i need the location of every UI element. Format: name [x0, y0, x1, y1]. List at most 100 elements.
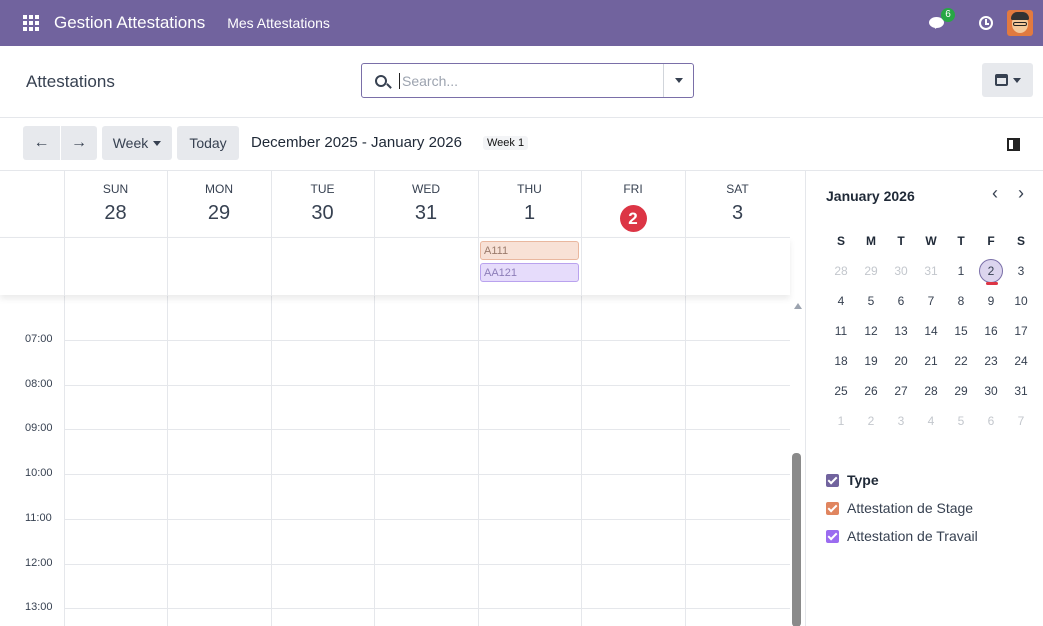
calendar-icon: [994, 74, 1008, 86]
mini-day[interactable]: 5: [946, 414, 976, 428]
time-grid[interactable]: 07:00 08:00 09:00 10:00 11:00 12:00 13:00: [0, 295, 790, 626]
mini-day[interactable]: 18: [826, 354, 856, 368]
search-bar[interactable]: [361, 63, 694, 98]
activity-clock-icon[interactable]: [979, 16, 993, 30]
mini-day[interactable]: 24: [1006, 354, 1036, 368]
day-header-sat[interactable]: SAT 3: [685, 171, 790, 237]
mini-day[interactable]: 17: [1006, 324, 1036, 338]
day-name: WED: [412, 182, 440, 196]
filter-type-checkbox[interactable]: [826, 473, 839, 487]
filter-heading-row[interactable]: Type: [826, 466, 978, 494]
control-panel: Attestations: [0, 46, 1043, 118]
mini-week-row: 11 12 13 14 15 16 17: [826, 316, 1036, 346]
hour-label: 07:00: [25, 333, 53, 345]
previous-button[interactable]: ←: [23, 126, 60, 160]
menu-mes-attestations[interactable]: Mes Attestations: [227, 15, 330, 31]
mini-day[interactable]: 31: [1006, 384, 1036, 398]
calendar-sidepanel: January 2026 ‹ › S M T W T F S 28 29 30 31 1 2 3 4 5 6 7 8…: [805, 170, 1043, 626]
apps-menu-icon[interactable]: [23, 15, 39, 31]
search-input[interactable]: [399, 72, 654, 89]
mini-weekday-head: W: [925, 234, 937, 248]
mini-day[interactable]: 7: [1006, 414, 1036, 428]
day-header-mon[interactable]: MON 29: [167, 171, 271, 237]
day-number: 3: [731, 202, 744, 224]
event-aa121[interactable]: AA121: [480, 263, 579, 282]
mini-day[interactable]: 3: [886, 414, 916, 428]
mini-next-month-icon[interactable]: ›: [1018, 183, 1024, 204]
hour-gridline: [64, 474, 790, 476]
mini-day[interactable]: 11: [826, 324, 856, 338]
day-header-thu[interactable]: THU 1: [478, 171, 581, 237]
mini-day[interactable]: 5: [856, 294, 886, 308]
mini-day[interactable]: 10: [1006, 294, 1036, 308]
mini-day[interactable]: 2: [856, 414, 886, 428]
filter-travail-checkbox[interactable]: [826, 529, 839, 543]
mini-day[interactable]: 8: [946, 294, 976, 308]
mini-day[interactable]: 6: [976, 414, 1006, 428]
mini-day[interactable]: 1: [946, 264, 976, 278]
mini-day[interactable]: 20: [886, 354, 916, 368]
column-divider: [374, 171, 375, 237]
mini-day[interactable]: 15: [946, 324, 976, 338]
next-button[interactable]: →: [61, 126, 97, 160]
mini-day[interactable]: 30: [976, 384, 1006, 398]
search-options-toggle[interactable]: [663, 64, 693, 97]
column-divider: [64, 171, 65, 237]
mini-today-marker: 2: [979, 259, 1003, 285]
mini-day[interactable]: 4: [916, 414, 946, 428]
scroll-up-icon[interactable]: [794, 303, 802, 309]
hour-gridline: [64, 608, 790, 610]
day-header-fri[interactable]: FRI 2: [581, 171, 685, 237]
toggle-sidepanel-icon[interactable]: [1007, 138, 1020, 151]
day-header-sun[interactable]: SUN 28: [64, 171, 167, 237]
mini-day[interactable]: 29: [946, 384, 976, 398]
mini-day[interactable]: 25: [826, 384, 856, 398]
mini-day[interactable]: 28: [916, 384, 946, 398]
day-number: 31: [414, 202, 438, 224]
calendar-scrollbar[interactable]: [790, 295, 805, 626]
day-number: 29: [207, 202, 231, 224]
hour-gridline: [64, 518, 790, 520]
mini-week-row: 1234567: [826, 406, 1036, 436]
messaging-icon[interactable]: 6: [929, 8, 955, 33]
today-button[interactable]: Today: [177, 126, 239, 160]
filter-stage-checkbox[interactable]: [826, 501, 839, 515]
day-header-wed[interactable]: WED 31: [374, 171, 478, 237]
day-name: FRI: [623, 182, 643, 196]
scroll-thumb[interactable]: [792, 453, 801, 626]
scale-dropdown[interactable]: Week: [102, 126, 172, 160]
mini-day[interactable]: 22: [946, 354, 976, 368]
mini-day[interactable]: 12: [856, 324, 886, 338]
mini-day[interactable]: 21: [916, 354, 946, 368]
mini-day[interactable]: 9: [976, 294, 1006, 308]
filter-item-stage[interactable]: Attestation de Stage: [826, 494, 978, 522]
mini-day[interactable]: 1: [826, 414, 856, 428]
mini-day[interactable]: 14: [916, 324, 946, 338]
mini-day[interactable]: 13: [886, 324, 916, 338]
day-header-tue[interactable]: TUE 30: [271, 171, 374, 237]
mini-prev-month-icon[interactable]: ‹: [992, 183, 998, 204]
mini-day[interactable]: 31: [916, 264, 946, 278]
user-avatar[interactable]: [1007, 10, 1033, 36]
mini-day[interactable]: 19: [856, 354, 886, 368]
day-name: MON: [205, 182, 233, 196]
day-number: 2: [581, 202, 685, 232]
hour-label: 09:00: [25, 422, 53, 435]
column-divider: [581, 238, 582, 296]
mini-day[interactable]: 7: [916, 294, 946, 308]
mini-day[interactable]: 4: [826, 294, 856, 308]
mini-day[interactable]: 3: [1006, 264, 1036, 278]
mini-day[interactable]: 29: [856, 264, 886, 278]
app-name[interactable]: Gestion Attestations: [54, 13, 205, 33]
event-a111[interactable]: A111: [480, 241, 579, 260]
mini-day[interactable]: 28: [826, 264, 856, 278]
mini-day[interactable]: 6: [886, 294, 916, 308]
mini-day[interactable]: 23: [976, 354, 1006, 368]
mini-day[interactable]: 27: [886, 384, 916, 398]
mini-day-today[interactable]: 2: [976, 259, 1006, 285]
mini-day[interactable]: 26: [856, 384, 886, 398]
mini-day[interactable]: 16: [976, 324, 1006, 338]
mini-day[interactable]: 30: [886, 264, 916, 278]
view-switcher-button[interactable]: [982, 63, 1033, 97]
filter-item-travail[interactable]: Attestation de Travail: [826, 522, 978, 550]
